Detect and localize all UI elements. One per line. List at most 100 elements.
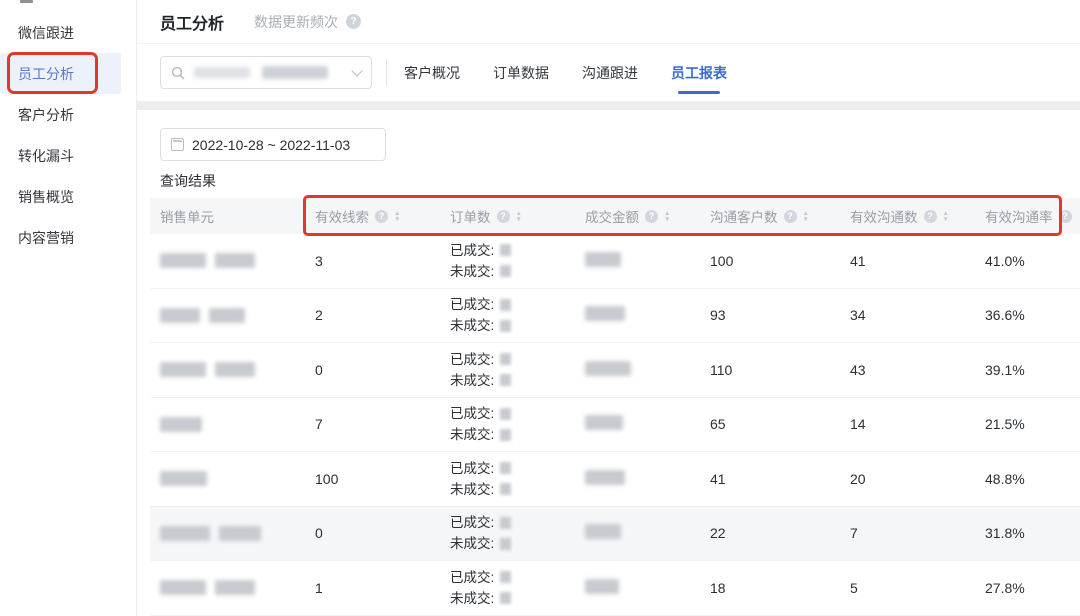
redacted-name-block bbox=[160, 362, 206, 378]
help-icon[interactable]: ? bbox=[923, 209, 937, 223]
help-icon[interactable]: ? bbox=[375, 209, 388, 223]
redacted-name-block bbox=[209, 307, 245, 323]
redacted-count-block bbox=[500, 244, 512, 257]
cell-order-count: 已成交: 未成交: bbox=[450, 458, 585, 500]
redacted-selection-text bbox=[262, 66, 328, 79]
column-label: 订单数 bbox=[450, 210, 491, 225]
cell-valid-comm-rate: 39.1% bbox=[985, 361, 1025, 378]
cell-order-count: 已成交: 未成交: bbox=[450, 240, 585, 282]
redacted-name-block bbox=[219, 525, 261, 541]
sort-desc-caret: ▼ bbox=[664, 215, 671, 223]
report-table: 销售单元 有效线索? ▲ ▼ 订单数? ▲ ▼ 成交金额? ▲ ▼ 沟通客户数? ▲ ▼ 有效沟通数? ▲ ▼… bbox=[150, 195, 1080, 616]
update-frequency-label: 数据更新频次 bbox=[254, 13, 339, 30]
cell-valid-comm-rate: 48.8% bbox=[985, 470, 1025, 487]
redacted-count-block bbox=[500, 592, 512, 605]
column-label: 有效沟通数 bbox=[850, 210, 918, 225]
cell-valid-comm-count: 14 bbox=[850, 416, 866, 433]
employee-search-select[interactable] bbox=[160, 56, 372, 89]
sidebar-item-customer-analysis[interactable]: 客户分析 bbox=[0, 94, 136, 135]
section-divider bbox=[137, 101, 1080, 110]
cell-order-count: 已成交: 未成交: bbox=[450, 512, 585, 554]
redacted-count-block bbox=[500, 516, 512, 529]
order-status-line: 未成交: bbox=[450, 370, 585, 391]
redacted-name-block bbox=[160, 580, 206, 596]
col-deal-amount: 成交金额? ▲ ▼ bbox=[585, 206, 710, 226]
question-circle-icon[interactable]: ? bbox=[346, 14, 362, 29]
sort-icon[interactable]: ▲ ▼ bbox=[516, 210, 522, 223]
order-status-line: 未成交: bbox=[450, 533, 585, 554]
cell-deal-amount bbox=[585, 524, 710, 542]
sidebar: 微信跟进 员工分析 客户分析 转化漏斗 销售概览 内容营销 bbox=[0, 0, 137, 616]
redacted-count-block bbox=[500, 265, 512, 278]
sort-icon[interactable]: ▲ ▼ bbox=[802, 209, 809, 223]
table-row[interactable]: 2 已成交: 未成交: 93 34 36.6% bbox=[150, 289, 1080, 343]
tab-order-data[interactable]: 订单数据 bbox=[493, 57, 549, 89]
content-area: 2022-10-28 ~ 2022-11-03 查询结果 销售单元 有效线索? ▲ ▼… bbox=[137, 110, 1080, 616]
table-row[interactable]: 7 已成交: 未成交: 65 14 21.5% bbox=[150, 398, 1080, 452]
help-icon[interactable]: ? bbox=[645, 209, 658, 223]
chevron-down-icon bbox=[351, 64, 363, 77]
sort-asc-caret: ▲ bbox=[664, 209, 671, 217]
cell-valid-leads: 100 bbox=[315, 470, 339, 487]
table-row[interactable]: 0 已成交: 未成交: 110 43 39.1% bbox=[150, 343, 1080, 398]
cell-valid-leads: 0 bbox=[315, 361, 323, 378]
cell-deal-amount bbox=[585, 360, 710, 379]
col-valid-leads: 有效线索? ▲ ▼ bbox=[315, 206, 450, 226]
sidebar-item-wechat-followup[interactable]: 微信跟进 bbox=[0, 12, 136, 53]
help-icon[interactable]: ? bbox=[496, 209, 510, 223]
sidebar-item-conversion-funnel[interactable]: 转化漏斗 bbox=[0, 135, 136, 176]
redacted-count-block bbox=[500, 298, 512, 311]
cell-order-count: 已成交: 未成交: bbox=[450, 294, 585, 336]
column-label: 销售单元 bbox=[160, 210, 214, 225]
sort-desc-caret: ▼ bbox=[394, 215, 401, 223]
date-range-picker[interactable]: 2022-10-28 ~ 2022-11-03 bbox=[160, 128, 386, 161]
order-status-label: 已成交: bbox=[450, 569, 495, 585]
sort-icon[interactable]: ▲ ▼ bbox=[943, 210, 949, 223]
cell-comm-customer-count: 93 bbox=[710, 307, 726, 324]
help-icon[interactable]: ? bbox=[1058, 209, 1072, 223]
sort-asc-caret: ▲ bbox=[802, 209, 809, 217]
cell-valid-comm-count: 5 bbox=[850, 579, 858, 596]
cell-comm-customer-count: 18 bbox=[710, 579, 726, 596]
sort-icon[interactable]: ▲ ▼ bbox=[394, 210, 401, 223]
redacted-amount-block bbox=[585, 360, 631, 376]
tab-employee-report[interactable]: 员工报表 bbox=[671, 57, 727, 89]
order-status-line: 已成交: bbox=[450, 294, 585, 315]
cell-valid-leads: 2 bbox=[315, 307, 323, 324]
cell-deal-amount bbox=[585, 415, 710, 433]
order-status-line: 已成交: bbox=[450, 240, 585, 261]
redacted-amount-block bbox=[585, 306, 625, 322]
redacted-amount-block bbox=[585, 415, 623, 431]
table-row[interactable]: 1 已成交: 未成交: 18 5 27.8% bbox=[150, 561, 1080, 616]
order-status-label: 未成交: bbox=[450, 372, 495, 388]
table-row[interactable]: 0 已成交: 未成交: 22 7 31.8% bbox=[150, 506, 1080, 561]
tab-customer-overview[interactable]: 客户概况 bbox=[404, 57, 460, 89]
search-icon bbox=[171, 66, 185, 79]
redacted-count-block bbox=[500, 571, 512, 584]
redacted-name-block bbox=[215, 253, 255, 269]
cell-valid-leads: 7 bbox=[315, 416, 323, 433]
order-status-label: 未成交: bbox=[450, 590, 495, 606]
tab-communication-followup[interactable]: 沟通跟进 bbox=[582, 57, 638, 89]
redacted-name-block bbox=[160, 471, 207, 487]
table-body: 3 已成交: 未成交: 100 41 41.0% 2 已成交: 未成交: 93 34 36.6% 0 已成… bbox=[150, 234, 1080, 616]
cell-deal-amount bbox=[585, 251, 710, 270]
cell-valid-comm-rate: 27.8% bbox=[985, 579, 1025, 596]
table-row[interactable]: 100 已成交: 未成交: 41 20 48.8% bbox=[150, 452, 1080, 507]
help-icon[interactable]: ? bbox=[783, 209, 797, 223]
sidebar-item-employee-analysis[interactable]: 员工分析 bbox=[0, 53, 121, 94]
cell-valid-comm-rate: 21.5% bbox=[985, 416, 1025, 433]
order-status-label: 已成交: bbox=[450, 351, 495, 367]
table-row[interactable]: 3 已成交: 未成交: 100 41 41.0% bbox=[150, 234, 1080, 289]
order-status-line: 未成交: bbox=[450, 479, 585, 500]
sidebar-item-sales-overview[interactable]: 销售概览 bbox=[0, 176, 136, 217]
sidebar-item-content-marketing[interactable]: 内容营销 bbox=[0, 217, 136, 258]
filter-row: 客户概况 订单数据 沟通跟进 员工报表 bbox=[137, 44, 1080, 101]
cell-sales-unit bbox=[150, 362, 315, 378]
order-status-line: 未成交: bbox=[450, 424, 585, 445]
sort-icon[interactable]: ▲ ▼ bbox=[664, 209, 671, 223]
cell-sales-unit bbox=[150, 416, 315, 432]
redacted-count-block bbox=[500, 428, 512, 441]
redacted-count-block bbox=[500, 407, 512, 420]
cell-valid-comm-count: 43 bbox=[850, 361, 866, 378]
